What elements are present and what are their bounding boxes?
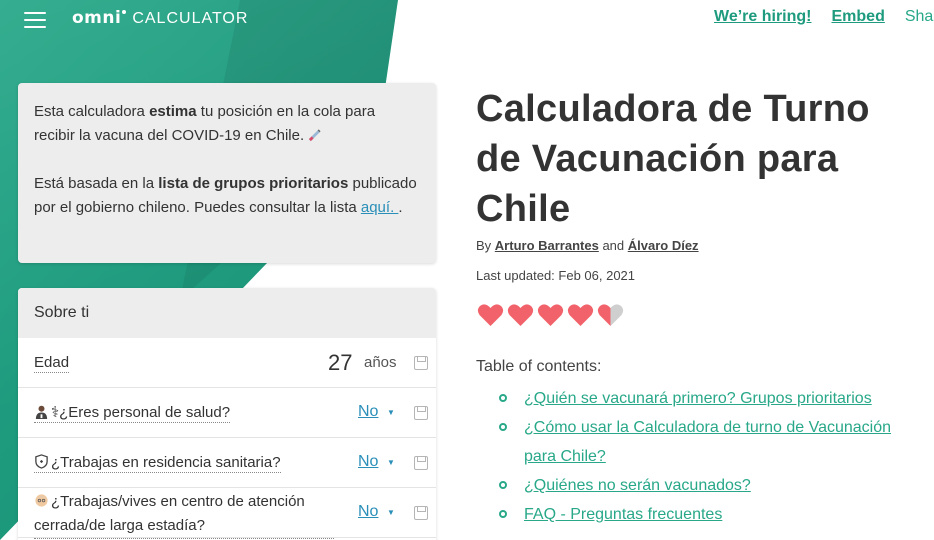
top-nav: We’re hiring! Embed Shar: [714, 8, 934, 26]
byline: By Arturo Barrantes and Álvaro Díez: [476, 238, 699, 253]
chevron-down-icon[interactable]: ▼: [387, 508, 395, 517]
logo-dot: [122, 10, 127, 14]
heart-icon[interactable]: [477, 303, 504, 327]
heart-icon[interactable]: [597, 303, 624, 327]
omni-logo[interactable]: omni CALCULATOR: [72, 8, 248, 28]
toc-link-how-to-use[interactable]: ¿Cómo usar la Calculadora de turno de Va…: [524, 419, 891, 465]
chevron-down-icon[interactable]: ▼: [387, 408, 395, 417]
heart-icon[interactable]: [507, 303, 534, 327]
section-title: Sobre ti: [18, 288, 436, 338]
intro-paragraph-2: Está basada en la lista de grupos priori…: [34, 175, 417, 216]
menu-icon[interactable]: [24, 12, 46, 28]
hiring-link[interactable]: We’re hiring!: [714, 8, 812, 26]
toc-link-not-vaccinated[interactable]: ¿Quiénes no serán vacunados?: [524, 477, 751, 494]
long-stay-label: ¿Trabajas/vives en centro de atención ce…: [34, 493, 305, 534]
toc-item: ¿Quién se vacunará primero? Grupos prior…: [498, 384, 918, 413]
list-link[interactable]: aquí.: [361, 199, 399, 216]
elder-icon: [35, 494, 48, 507]
care-home-label: ¿Trabajas en residencia sanitaria?: [51, 454, 281, 471]
intro-card: Esta calculadora estima tu posición en l…: [18, 83, 436, 263]
health-worker-select[interactable]: No: [358, 403, 378, 421]
share-link[interactable]: Shar: [905, 8, 934, 26]
heart-icon[interactable]: [537, 303, 564, 327]
shield-icon: [35, 454, 48, 469]
embed-link[interactable]: Embed: [832, 8, 885, 26]
health-worker-label: ⚕¿Eres personal de salud?: [51, 404, 231, 421]
care-home-select[interactable]: No: [358, 453, 378, 471]
toc-link-priority-groups[interactable]: ¿Quién se vacunará primero? Grupos prior…: [524, 390, 872, 407]
toc-item: FAQ - Preguntas frecuentes: [498, 500, 918, 529]
author-link-1[interactable]: Arturo Barrantes: [495, 238, 599, 253]
age-label: Edad: [34, 354, 70, 373]
toc-title: Table of contents:: [476, 358, 602, 375]
logo-text: omni: [72, 8, 122, 28]
intro-paragraph-1: Esta calculadora estima tu posición en l…: [34, 103, 376, 144]
long-stay-select[interactable]: No: [358, 503, 378, 521]
save-icon[interactable]: [414, 456, 428, 470]
health-worker-icon: [35, 405, 48, 419]
last-updated: Last updated: Feb 06, 2021: [476, 268, 636, 283]
save-icon[interactable]: [414, 356, 428, 370]
page-title: Calculadora de Turno de Vacunación para …: [476, 88, 870, 230]
chevron-down-icon[interactable]: ▼: [387, 458, 395, 467]
toc-item: ¿Cómo usar la Calculadora de turno de Va…: [498, 413, 918, 471]
rating-hearts[interactable]: [477, 303, 627, 327]
logo-subtext: CALCULATOR: [132, 10, 249, 27]
toc-item: ¿Quiénes no serán vacunados?: [498, 471, 918, 500]
save-icon[interactable]: [414, 406, 428, 420]
toc-link-faq[interactable]: FAQ - Preguntas frecuentes: [524, 506, 722, 523]
table-of-contents: ¿Quién se vacunará primero? Grupos prior…: [498, 384, 918, 529]
author-link-2[interactable]: Álvaro Díez: [628, 238, 699, 253]
syringe-icon: [309, 129, 321, 142]
long-stay-row: ¿Trabajas/vives en centro de atención ce…: [18, 488, 436, 539]
health-worker-row: ⚕¿Eres personal de salud? No ▼: [18, 388, 436, 438]
care-home-row: ¿Trabajas en residencia sanitaria? No ▼: [18, 438, 436, 488]
save-icon[interactable]: [414, 506, 428, 520]
age-input[interactable]: 27: [328, 350, 352, 376]
heart-icon[interactable]: [567, 303, 594, 327]
age-unit[interactable]: años: [364, 354, 397, 371]
age-row: Edad 27 años: [18, 338, 436, 388]
calculator-panel: Sobre ti Edad 27 años ⚕¿Eres personal de…: [18, 288, 436, 540]
